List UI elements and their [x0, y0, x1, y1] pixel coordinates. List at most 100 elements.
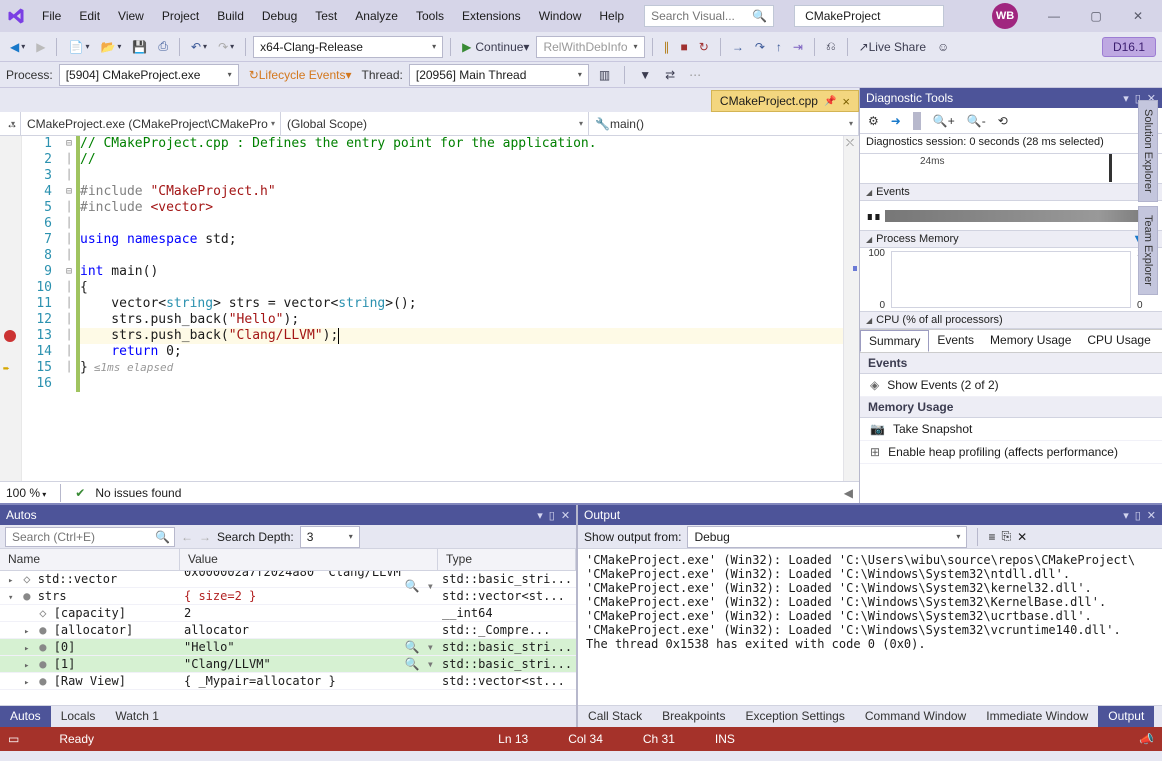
nav-fwd-icon[interactable]: → [199, 530, 211, 544]
find-icon[interactable]: ≡ [988, 530, 995, 544]
feedback-button[interactable]: ☺ [933, 36, 953, 58]
tab-autos[interactable]: Autos [0, 706, 51, 727]
thread-stack-button[interactable]: ▥ [595, 64, 614, 86]
settings-icon[interactable]: ⚙ [864, 112, 883, 130]
search-icon[interactable]: 🔍 [151, 530, 174, 544]
tab-breakpoints[interactable]: Breakpoints [652, 706, 735, 727]
continue-button[interactable]: ▶Continue ▾ [458, 36, 533, 58]
step-out-button[interactable]: ↑ [772, 36, 786, 58]
search-depth-dropdown[interactable]: 3 [300, 526, 360, 548]
diag-tab-summary[interactable]: Summary [860, 330, 929, 352]
global-scope-dropdown[interactable]: (Global Scope) [281, 112, 589, 135]
menu-edit[interactable]: Edit [71, 5, 108, 27]
scope-icon[interactable]: ↔ [0, 112, 21, 135]
menu-project[interactable]: Project [154, 5, 207, 27]
nav-back-button[interactable]: ◀ [6, 36, 29, 58]
table-row[interactable]: ◇ [capacity]2__int64 [0, 605, 576, 622]
panel-pin-icon[interactable]: ▯ [549, 509, 555, 522]
open-button[interactable]: 📂 [96, 36, 125, 58]
break-all-button[interactable]: ∥ [660, 36, 674, 58]
menu-extensions[interactable]: Extensions [454, 5, 529, 27]
panel-close-icon[interactable]: ✕ [1147, 509, 1156, 522]
step-over-button[interactable]: ↷ [751, 36, 769, 58]
menu-help[interactable]: Help [591, 5, 632, 27]
panel-dropdown-icon[interactable]: ▾ [1123, 92, 1129, 105]
zoom-out-icon[interactable]: 🔍- [963, 112, 990, 130]
panel-dropdown-icon[interactable]: ▾ [1123, 509, 1129, 522]
extra-button[interactable]: ⋯ [685, 64, 705, 86]
nav-back-icon[interactable]: ← [181, 530, 193, 544]
heap-profiling-item[interactable]: ⊞Enable heap profiling (affects performa… [860, 441, 1162, 464]
save-button[interactable]: 💾 [128, 36, 151, 58]
col-type[interactable]: Type [438, 549, 576, 570]
clear-icon[interactable]: ✕ [1017, 530, 1027, 544]
table-row[interactable]: ▸ ● [allocator]allocatorstd::_Compre... [0, 622, 576, 639]
run-to-cursor-button[interactable]: ⇥ [789, 36, 807, 58]
saveall-button[interactable]: ⎙ [154, 36, 172, 58]
close-tab-icon[interactable]: × [842, 94, 850, 109]
swap-button[interactable]: ⇄ [661, 64, 679, 86]
user-avatar[interactable]: WB [992, 3, 1018, 29]
search-input[interactable] [645, 9, 746, 23]
code-content[interactable]: // CMakeProject.cpp : Defines the entry … [76, 136, 843, 481]
memory-graph[interactable]: 1000 1000 [860, 248, 1162, 312]
output-from-dropdown[interactable]: Debug [687, 526, 967, 548]
code-editor[interactable]: ➨ 12345678910111213141516 ⊟││⊟││││⊟│││││… [0, 136, 859, 481]
table-row[interactable]: ▸ ● [1]"Clang/LLVM" 🔍 ▾std::basic_stri..… [0, 656, 576, 673]
events-graph[interactable]: ∎∎ [860, 201, 1162, 231]
pause-icon[interactable]: ∎∎ [866, 209, 881, 223]
tab-command-window[interactable]: Command Window [855, 706, 976, 727]
menu-tools[interactable]: Tools [408, 5, 452, 27]
col-value[interactable]: Value [180, 549, 438, 570]
breakpoint-icon[interactable] [4, 330, 16, 342]
pin-icon[interactable]: 📌 [824, 96, 836, 107]
zoom-in-icon[interactable]: 🔍+ [929, 112, 959, 130]
document-tab-active[interactable]: CMakeProject.cpp 📌 × [711, 90, 859, 112]
config-dropdown[interactable]: x64-Clang-Release [253, 36, 443, 58]
minimize-button[interactable]: — [1034, 2, 1074, 30]
zoom-dropdown[interactable]: 100 % [6, 486, 46, 500]
memory-section-header[interactable]: Process Memory ▼ ● [860, 231, 1162, 248]
undo-button[interactable]: ↶ [187, 36, 211, 58]
autos-search-input[interactable] [6, 530, 151, 544]
take-snapshot-item[interactable]: 📷Take Snapshot [860, 418, 1162, 441]
search-icon[interactable]: 🔍 [746, 9, 773, 23]
process-dropdown[interactable]: [5904] CMakeProject.exe [59, 64, 239, 86]
filter-button[interactable]: ▼ [635, 64, 655, 86]
table-row[interactable]: ▸ ● [0]"Hello" 🔍 ▾std::basic_stri... [0, 639, 576, 656]
tab-watch-1[interactable]: Watch 1 [105, 706, 169, 727]
tab-exception-settings[interactable]: Exception Settings [735, 706, 854, 727]
solution-name-box[interactable]: CMakeProject [794, 5, 944, 27]
tab-immediate-window[interactable]: Immediate Window [976, 706, 1098, 727]
menu-analyze[interactable]: Analyze [347, 5, 406, 27]
cpu-section-header[interactable]: CPU (% of all processors) [860, 312, 1162, 329]
build-config-dropdown[interactable]: RelWithDebInfo [536, 36, 644, 58]
menu-test[interactable]: Test [307, 5, 345, 27]
menu-debug[interactable]: Debug [254, 5, 305, 27]
menu-window[interactable]: Window [531, 5, 590, 27]
step-into-button[interactable]: → [728, 36, 748, 58]
status-notify-icon[interactable]: 📣 [1139, 732, 1154, 746]
restart-button[interactable]: ↻ [695, 36, 713, 58]
close-button[interactable]: ✕ [1118, 2, 1158, 30]
diag-tab-events[interactable]: Events [929, 330, 982, 352]
menu-build[interactable]: Build [209, 5, 252, 27]
tab-output[interactable]: Output [1098, 706, 1154, 727]
side-tab-solution-explorer[interactable]: Solution Explorer [1138, 100, 1158, 202]
file-scope-dropdown[interactable]: CMakeProject.exe (CMakeProject\CMakePro [21, 112, 281, 135]
table-row[interactable]: ▸ ● [Raw View]{ _Mypair=allocator }std::… [0, 673, 576, 690]
output-content[interactable]: 'CMakeProject.exe' (Win32): Loaded 'C:\U… [578, 549, 1162, 705]
panel-close-icon[interactable]: ✕ [561, 509, 570, 522]
diag-tab-cpu-usage[interactable]: CPU Usage [1079, 330, 1158, 352]
fold-gutter[interactable]: ⊟││⊟││││⊟││││││ [62, 136, 76, 481]
panel-pin-icon[interactable]: ▯ [1135, 509, 1141, 522]
overview-ruler[interactable]: ⤬ [843, 136, 859, 481]
live-share-button[interactable]: ↗ Live Share [855, 36, 930, 58]
tab-call-stack[interactable]: Call Stack [578, 706, 652, 727]
go-icon[interactable]: ➜ [887, 112, 905, 130]
snapshot-button[interactable]: ⎌ [822, 36, 840, 58]
reset-zoom-icon[interactable]: ⟲ [994, 112, 1012, 130]
new-button[interactable]: 📄 [64, 36, 93, 58]
table-row[interactable]: ▾ ● strs{ size=2 }std::vector<st... [0, 588, 576, 605]
nav-fwd-button[interactable]: ▶ [32, 36, 49, 58]
